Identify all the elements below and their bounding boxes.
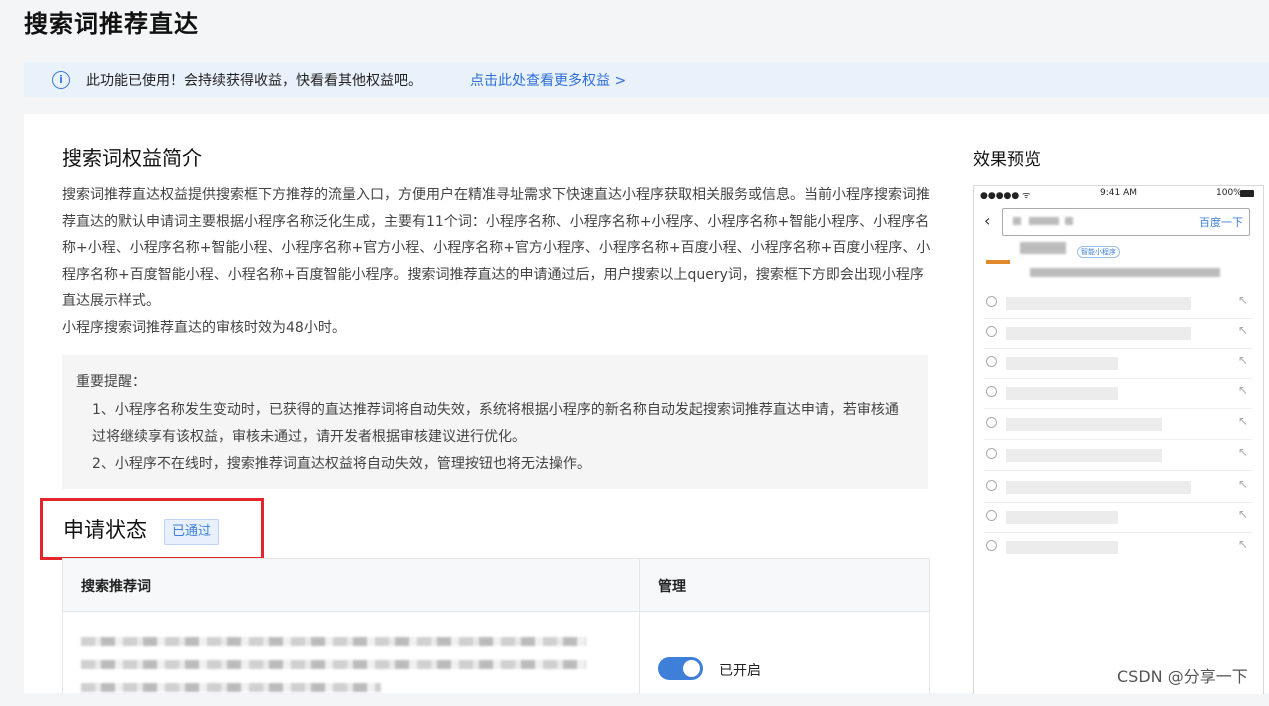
arrow-icon: ↖ [1237,477,1248,491]
search-icon [986,356,997,367]
search-icon [986,386,997,397]
toggle-label: 已开启 [719,663,761,679]
suggestion-row: ↖ [984,348,1252,379]
phone-search-bar: 百度一下 [1002,208,1250,236]
phone-time: 9:41 AM [1100,188,1137,198]
suggestion-row: ↖ [984,288,1252,319]
search-icon [986,448,997,459]
suggestion-row: ↖ [984,502,1252,533]
preview-title: 效果预览 [973,150,1041,170]
search-icon [986,540,997,551]
enable-toggle[interactable] [658,657,703,680]
phone-search-button: 百度一下 [1199,216,1243,229]
reminder-item: 1、小程序名称发生变动时，已获得的直达推荐词将自动失效，系统将根据小程序的新名称… [92,402,899,445]
arrow-icon: ↖ [1237,445,1248,459]
phone-statusbar: ●●●●● ᯤ 9:41 AM 100% [974,186,1263,202]
arrow-icon: ↖ [1237,507,1248,521]
reminder-box: 重要提醒： 1、小程序名称发生变动时，已获得的直达推荐词将自动失效，系统将根据小… [62,355,928,489]
keyword-table: 搜索推荐词 管理 已开启 [62,558,930,694]
suggestion-row: ↖ [984,378,1252,409]
table-header: 搜索推荐词 管理 [63,559,929,612]
search-icon [986,417,997,428]
suggestion-row: ↖ [984,318,1252,349]
arrow-icon: ↖ [1237,414,1248,428]
intro-paragraph: 小程序搜索词推荐直达的审核时效为48小时。 [62,319,346,336]
arrow-icon: ↖ [1237,323,1248,337]
column-divider [639,559,640,694]
suggestion-row: ↖ [984,440,1252,471]
column-header-keyword: 搜索推荐词 [81,579,151,595]
brand-mark [986,260,1010,264]
suggestion-row: ↖ [984,532,1252,562]
intro-paragraph: 搜索词推荐直达权益提供搜索框下方推荐的流量入口，方便用户在精准寻址需求下快速直达… [62,187,931,309]
intro-description: 搜索词推荐直达权益提供搜索框下方推荐的流量入口，方便用户在精准寻址需求下快速直达… [62,182,932,341]
more-benefits-link[interactable]: 点击此处查看更多权益 > [470,70,626,90]
mini-program-badge: 智能小程序 [1077,246,1120,258]
reminder-item: 2、小程序不在线时，搜索推荐词直达权益将自动失效，管理按钮也将无法操作。 [92,456,591,472]
search-icon [986,296,997,307]
phone-preview: ●●●●● ᯤ 9:41 AM 100% ‹ 百度一下 智能小程序 ↖ ↖ ↖ … [973,185,1264,694]
status-title: 申请状态 [63,518,147,542]
suggestion-row: ↖ [984,409,1252,440]
reminder-title: 重要提醒： [76,374,146,390]
search-icon [986,480,997,491]
info-icon: i [52,70,70,89]
battery-icon [1240,190,1254,197]
suggestion-row: ↖ [984,472,1252,503]
page-title: 搜索词推荐直达 [24,10,199,38]
arrow-icon: ↖ [1237,537,1248,551]
back-icon: ‹ [984,211,991,230]
arrow-icon: ↖ [1237,293,1248,307]
arrow-icon: ↖ [1237,383,1248,397]
status-badge: 已通过 [164,519,220,545]
intro-title: 搜索词权益简介 [62,146,202,170]
watermark: CSDN @分享一下 [1117,667,1248,686]
notice-message: 此功能已使用！会持续获得收益，快看看其他权益吧。 [86,72,422,89]
toggle-knob [683,660,700,677]
search-icon [986,510,997,521]
search-icon [986,326,997,337]
notice-banner: i 此功能已使用！会持续获得收益，快看看其他权益吧。 点击此处查看更多权益 > [24,62,1269,97]
blurred-keywords [81,637,591,706]
battery-text: 100% [1216,188,1242,198]
arrow-icon: ↖ [1237,353,1248,367]
column-header-manage: 管理 [658,579,686,595]
signal-icon: ●●●●● ᯤ [980,191,1031,201]
